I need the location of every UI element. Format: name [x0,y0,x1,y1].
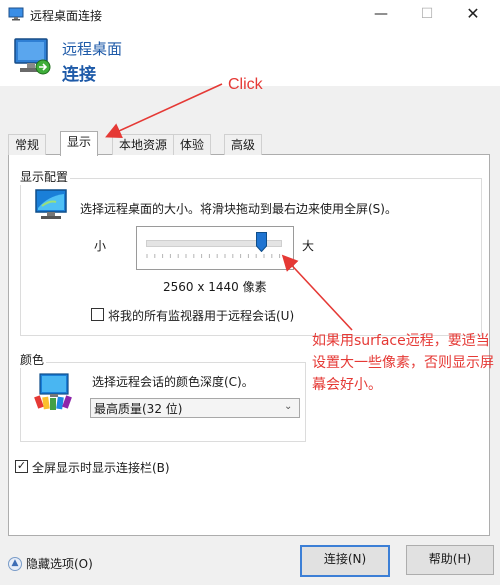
tab-display[interactable]: 显示 [60,131,99,156]
monitor-icon [35,189,67,219]
multimon-label[interactable]: 将我的所有监视器用于远程会话(U) [108,307,294,324]
color-depth-value: 最高质量(32 位) [94,402,183,416]
collapse-up-icon[interactable]: ▲ [8,557,22,571]
remote-desktop-app-icon [8,7,24,21]
chevron-down-icon: ⌄ [284,401,293,412]
header-title: 远程桌面 [62,40,123,58]
window-title: 远程桌面连接 [30,9,103,23]
annotation-note: 如果用surface远程，要适当设置大一些像素，否则显示屏幕会好小。 [312,333,494,393]
tab-experience[interactable]: 体验 [173,134,212,155]
header-subtitle: 连接 [62,65,96,85]
minimize-button[interactable]: — [358,0,404,30]
tab-general[interactable]: 常规 [8,134,47,155]
click-arrow [105,83,223,138]
hide-options-link[interactable]: 隐藏选项(O) [26,555,93,572]
color-group-label: 颜色 [18,351,47,368]
help-button[interactable]: 帮助(H) [406,545,494,575]
slider-ticks [146,254,281,258]
tab-advanced[interactable]: 高级 [224,134,263,155]
close-button[interactable]: ✕ [450,0,496,30]
slider-max-label: 大 [302,239,315,253]
color-depth-description: 选择远程会话的颜色深度(C)。 [92,375,254,389]
display-size-description: 选择远程桌面的大小。将滑块拖动到最右边来使用全屏(S)。 [80,202,397,216]
slider-thumb[interactable] [256,232,268,252]
display-config-label: 显示配置 [18,168,71,185]
remote-desktop-monitor-icon [14,38,51,75]
color-palette-icon [34,373,72,410]
connection-bar-label[interactable]: 全屏显示时显示连接栏(B) [32,459,170,476]
resolution-readout: 2560 x 1440 像素 [163,280,267,294]
slider-min-label: 小 [94,239,107,253]
click-annotation: Click [228,76,263,93]
multimon-checkbox[interactable] [91,308,104,321]
maximize-button[interactable]: ☐ [404,0,450,30]
connection-bar-checkbox[interactable]: ✓ [15,460,28,473]
tab-local-resources[interactable]: 本地资源 [112,134,175,155]
slider-frame [136,226,294,270]
connect-button[interactable]: 连接(N) [300,545,390,577]
